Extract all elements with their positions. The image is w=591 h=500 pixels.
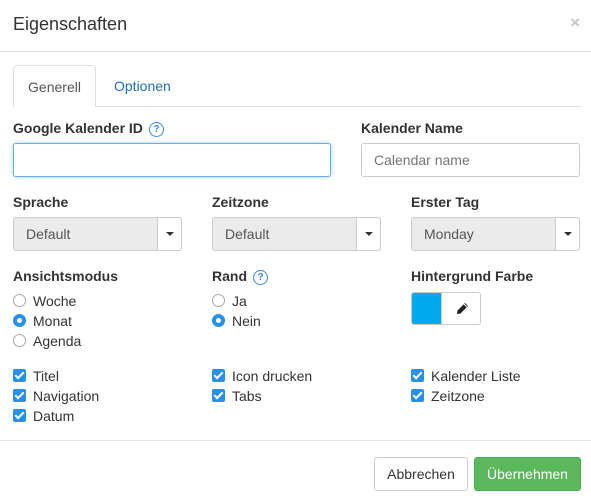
calendar-name-input[interactable] xyxy=(361,143,580,177)
language-label: Sprache xyxy=(13,194,69,210)
timezone-dropdown-button[interactable] xyxy=(356,218,380,250)
radio-label: Woche xyxy=(33,293,77,309)
timezone-value: Default xyxy=(225,226,270,242)
checkbox-checked[interactable] xyxy=(13,409,26,422)
radio-circle[interactable] xyxy=(212,294,225,307)
dialog-title: Eigenschaften xyxy=(13,14,128,34)
checkbox-label: Kalender Liste xyxy=(431,368,521,384)
checkbox-checked[interactable] xyxy=(411,389,424,402)
checkbox-label: Icon drucken xyxy=(232,368,313,384)
edit-color-button[interactable] xyxy=(441,293,480,324)
google-id-label-text: Google Kalender ID xyxy=(13,120,143,136)
help-icon[interactable]: ? xyxy=(148,122,164,137)
caret-down-icon xyxy=(365,232,373,236)
timezone-label: Zeitzone xyxy=(212,194,269,210)
radio-label: Ja xyxy=(232,293,247,309)
pencil-icon xyxy=(457,303,468,314)
language-select[interactable]: Default xyxy=(13,217,182,251)
radio-label: Agenda xyxy=(33,333,82,349)
radio-label: Monat xyxy=(33,313,72,329)
radio-circle-selected[interactable] xyxy=(212,314,225,327)
background-color-label: Hintergrund Farbe xyxy=(411,268,534,284)
radio-circle[interactable] xyxy=(13,334,26,347)
first-day-label: Erster Tag xyxy=(411,194,480,210)
checkbox-label: Tabs xyxy=(232,388,262,404)
checkbox-label: Navigation xyxy=(33,388,100,404)
tab-generell[interactable]: Generell xyxy=(13,65,96,107)
timezone-select[interactable]: Default xyxy=(212,217,381,251)
first-day-select[interactable]: Monday xyxy=(411,217,580,251)
checkbox-checked[interactable] xyxy=(13,369,26,382)
google-id-input[interactable] xyxy=(13,143,331,177)
checkbox-checked[interactable] xyxy=(411,369,424,382)
color-swatch[interactable] xyxy=(412,293,441,324)
google-id-label: Google Kalender ID? xyxy=(13,120,164,137)
checkbox-label: Zeitzone xyxy=(431,388,485,404)
calendar-name-label: Kalender Name xyxy=(361,120,463,136)
first-day-value: Monday xyxy=(424,226,474,242)
first-day-dropdown-button[interactable] xyxy=(555,218,579,250)
checkbox-label: Datum xyxy=(33,408,75,424)
view-mode-label: Ansichtsmodus xyxy=(13,268,119,284)
tab-bar: Generell Optionen xyxy=(13,65,581,107)
border-label-text: Rand xyxy=(212,268,247,284)
radio-label: Nein xyxy=(232,313,261,329)
radio-circle[interactable] xyxy=(13,294,26,307)
caret-down-icon xyxy=(564,232,572,236)
close-icon[interactable]: × xyxy=(570,13,580,33)
cancel-button[interactable]: Abbrechen xyxy=(374,457,468,491)
tab-optionen[interactable]: Optionen xyxy=(99,65,186,107)
background-color-picker xyxy=(411,292,481,325)
checkbox-checked[interactable] xyxy=(13,389,26,402)
border-label: Rand? xyxy=(212,268,268,285)
checkbox-label: Titel xyxy=(33,368,59,384)
checkbox-checked[interactable] xyxy=(212,369,225,382)
submit-button[interactable]: Übernehmen xyxy=(474,457,581,491)
radio-circle-selected[interactable] xyxy=(13,314,26,327)
help-icon[interactable]: ? xyxy=(253,270,268,285)
dialog-header: Eigenschaften × xyxy=(0,0,591,52)
checkbox-checked[interactable] xyxy=(212,389,225,402)
language-dropdown-button[interactable] xyxy=(157,218,181,250)
caret-down-icon xyxy=(166,232,174,236)
language-value: Default xyxy=(26,226,71,242)
